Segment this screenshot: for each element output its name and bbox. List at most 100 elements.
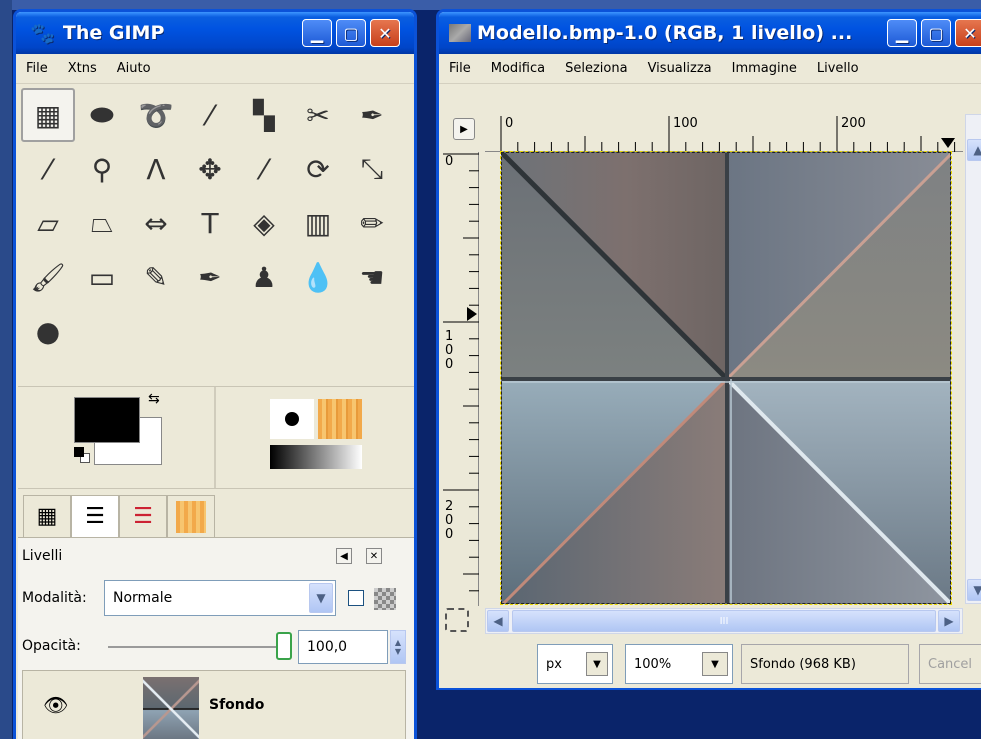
mode-value: Normale [113, 590, 173, 606]
menu-modifica[interactable]: Modifica [481, 61, 555, 76]
layer-row-sfondo[interactable]: 👁 Sfondo [22, 670, 406, 739]
unit-dropdown[interactable]: px ▼ [537, 644, 613, 684]
menu-seleziona[interactable]: Seleziona [555, 61, 637, 76]
close-button[interactable]: ✕ [955, 19, 981, 47]
navigate-icon[interactable] [445, 608, 469, 632]
image-titlebar[interactable]: Modello.bmp-1.0 (RGB, 1 livello) ... ▁ ▢… [439, 12, 981, 54]
minimize-button[interactable]: ▁ [302, 19, 332, 47]
layers-panel: Livelli ◀ ✕ Modalità: Normale ▼ Opacità:… [18, 537, 414, 739]
scroll-right-button[interactable]: ▶ [938, 610, 960, 632]
ink-tool-button[interactable]: ✒ [183, 250, 237, 304]
text-tool-button[interactable]: T [183, 196, 237, 250]
menu-aiuto[interactable]: Aiuto [107, 61, 161, 76]
opacity-slider-track[interactable] [108, 646, 278, 648]
eraser-icon: ▭ [88, 260, 116, 294]
maximize-button[interactable]: ▢ [921, 19, 951, 47]
airbrush-icon: ✎ [144, 260, 168, 294]
default-colors-icon[interactable] [74, 447, 90, 463]
perspective-tool-button[interactable]: ⏢ [75, 196, 129, 250]
window-title: Modello.bmp-1.0 (RGB, 1 livello) ... [477, 22, 853, 44]
rotate-tool-button[interactable]: ⟳ [291, 142, 345, 196]
vertical-ruler[interactable]: 0 100 200 [441, 152, 479, 606]
bucket-fill-tool-button[interactable]: ◈ [237, 196, 291, 250]
scroll-left-button[interactable]: ◀ [487, 610, 509, 632]
menu-livello[interactable]: Livello [807, 61, 869, 76]
zoom-dropdown[interactable]: 100% ▼ [625, 644, 733, 684]
layer-thumbnail[interactable] [143, 677, 199, 739]
zoom-icon: ⚲ [91, 152, 113, 186]
chevron-down-icon[interactable]: ▼ [309, 583, 333, 613]
maximize-button[interactable]: ▢ [336, 19, 366, 47]
scroll-down-button[interactable]: ▼ [967, 579, 981, 601]
tab-tool-options[interactable]: ▦ [23, 495, 71, 537]
move-icon: ✥ [198, 152, 222, 186]
shear-tool-button[interactable]: ▱ [21, 196, 75, 250]
menu-visualizza[interactable]: Visualizza [638, 61, 722, 76]
pattern-preview[interactable] [318, 399, 362, 439]
paintbrush-tool-button[interactable]: 🖌 [21, 250, 75, 304]
free-select-tool-button[interactable]: ➰ [129, 88, 183, 142]
scroll-thumb[interactable]: III [512, 610, 936, 632]
opacity-slider-thumb[interactable] [276, 632, 292, 660]
crop-tool-button[interactable]: ⁄ [237, 142, 291, 196]
dock-menu-arrow-icon[interactable]: ◀ [336, 548, 352, 564]
chevron-down-icon[interactable]: ▼ [702, 652, 728, 676]
horizontal-scrollbar[interactable]: ◀ III ▶ [485, 608, 963, 634]
scroll-up-button[interactable]: ▲ [967, 139, 981, 161]
image-canvas[interactable] [500, 151, 952, 605]
mode-dropdown[interactable]: Normale ▼ [104, 580, 336, 616]
dock-close-icon[interactable]: ✕ [366, 548, 382, 564]
ruler-v-label-0: 0 [445, 154, 454, 169]
blur-tool-button[interactable]: 💧 [291, 250, 345, 304]
horizontal-ruler[interactable]: 0 100 200 [485, 114, 963, 152]
menu-xtns[interactable]: Xtns [58, 61, 107, 76]
color-picker-tool-button[interactable]: ⁄ [21, 142, 75, 196]
tab-patterns[interactable] [167, 495, 215, 537]
opacity-spinner[interactable]: 100,0 [298, 630, 388, 664]
pencil-icon: ✏ [360, 206, 384, 240]
toolbox-titlebar[interactable]: 🐾 The GIMP ▁ ▢ ✕ [16, 12, 414, 54]
clone-tool-button[interactable]: ♟ [237, 250, 291, 304]
chevron-down-icon[interactable]: ▼ [586, 652, 608, 676]
zoom-tool-button[interactable]: ⚲ [75, 142, 129, 196]
vertical-scrollbar[interactable]: ▲ ▼ [965, 114, 981, 604]
smudge-tool-button[interactable]: ☚ [345, 250, 399, 304]
tab-layers[interactable]: ☰ [71, 495, 119, 537]
menu-immagine[interactable]: Immagine [722, 61, 807, 76]
airbrush-tool-button[interactable]: ✎ [129, 250, 183, 304]
blend-tool-button[interactable]: ▥ [291, 196, 345, 250]
move-tool-button[interactable]: ✥ [183, 142, 237, 196]
cancel-button[interactable]: Cancel [919, 644, 981, 684]
foreground-color-swatch[interactable] [74, 397, 140, 443]
dodge-burn-tool-button[interactable]: ● [21, 304, 75, 358]
eye-icon[interactable]: 👁 [43, 693, 68, 717]
rect-select-tool-button[interactable]: ▦ [21, 88, 75, 142]
swap-colors-icon[interactable]: ⇆ [148, 391, 160, 407]
gradient-preview[interactable] [270, 445, 362, 469]
flip-icon: ⇔ [144, 206, 168, 240]
scale-tool-button[interactable]: ⤡ [345, 142, 399, 196]
menu-file[interactable]: File [439, 61, 481, 76]
tab-channels[interactable]: ☰ [119, 495, 167, 537]
paths-tool-button[interactable]: ✒ [345, 88, 399, 142]
scissors-tool-button[interactable]: ✂ [291, 88, 345, 142]
menu-file[interactable]: File [16, 61, 58, 76]
keep-transparency-checkbox[interactable] [348, 590, 364, 606]
ellipse-select-tool-button[interactable]: ⬬ [75, 88, 129, 142]
horizontal-ruler-ticks [500, 116, 956, 152]
brush-preview[interactable] [270, 399, 314, 439]
close-button[interactable]: ✕ [370, 19, 400, 47]
flip-tool-button[interactable]: ⇔ [129, 196, 183, 250]
measure-tool-button[interactable]: Λ [129, 142, 183, 196]
pencil-tool-button[interactable]: ✏ [345, 196, 399, 250]
ruler-v-label-200: 200 [445, 499, 454, 542]
minimize-button[interactable]: ▁ [887, 19, 917, 47]
spinner-arrows-icon[interactable]: ▲ ▼ [390, 630, 406, 664]
image-menu-button[interactable]: ▶ [453, 118, 475, 140]
dock-tabs: ▦ ☰ ☰ [18, 492, 414, 537]
zoom-value: 100% [634, 656, 672, 672]
fuzzy-select-tool-button[interactable]: ⁄ [183, 88, 237, 142]
select-by-color-tool-button[interactable]: ▚ [237, 88, 291, 142]
eraser-tool-button[interactable]: ▭ [75, 250, 129, 304]
pattern-tab-icon [176, 500, 206, 533]
